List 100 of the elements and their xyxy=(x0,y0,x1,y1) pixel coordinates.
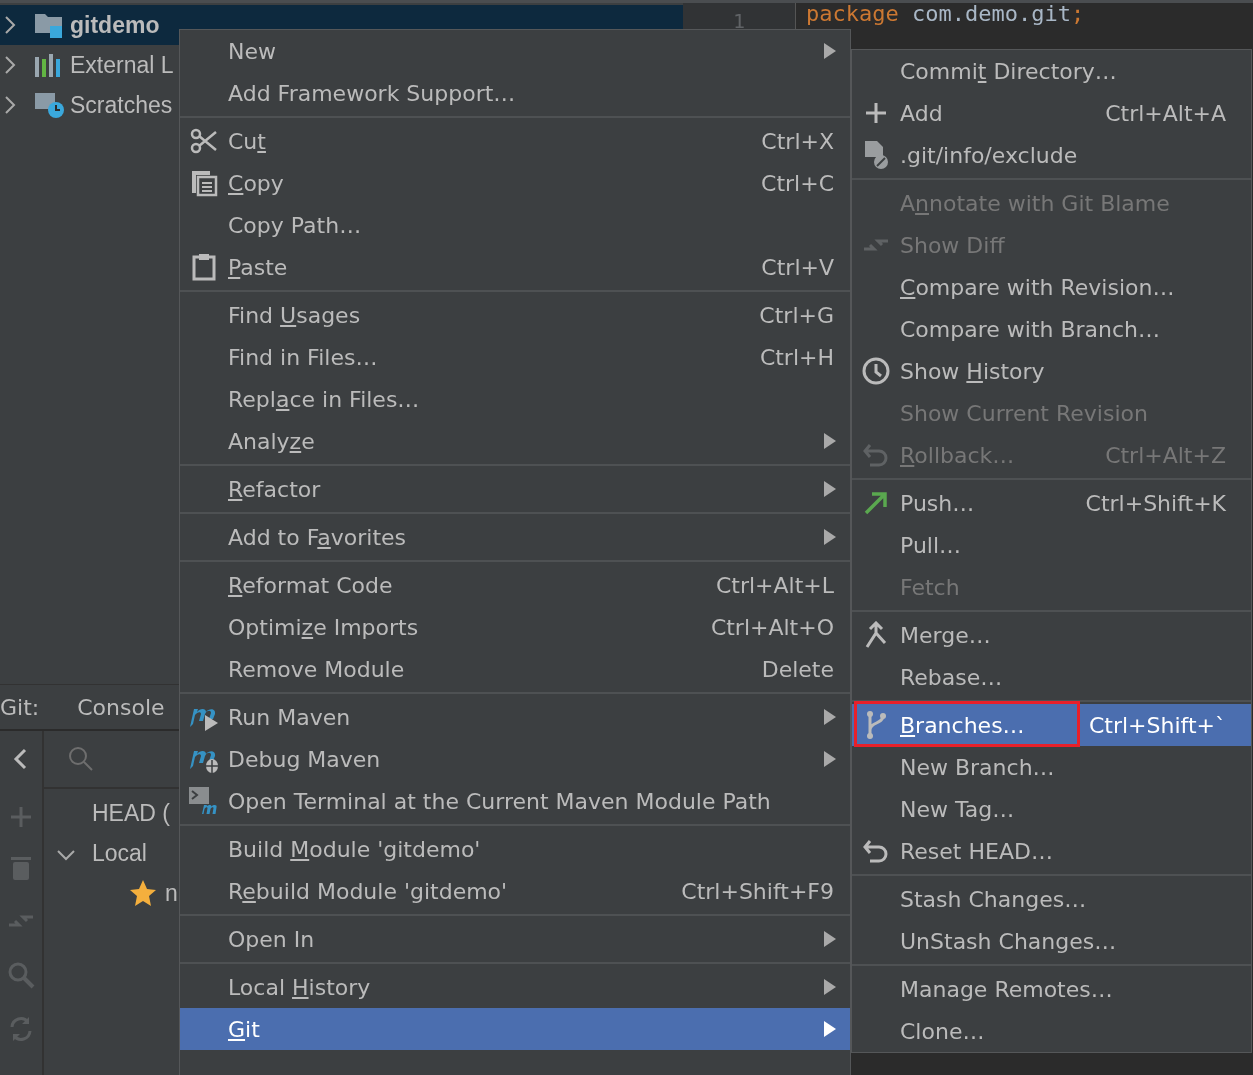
menu-item-label: Open Terminal at the Current Maven Module Path xyxy=(228,788,772,814)
scissors-icon xyxy=(190,127,218,155)
branch-tree-item[interactable]: HEAD ( xyxy=(92,799,170,827)
menu-item[interactable]: Copy Path… xyxy=(180,204,850,246)
menu-item[interactable]: Optimize Imports Ctrl+Alt+O xyxy=(180,606,850,648)
menu-item[interactable]: Compare with Revision… xyxy=(852,266,1251,308)
shortcut-label: Ctrl+Alt+Z xyxy=(1105,442,1226,468)
menu-item[interactable]: Find in Files… Ctrl+H xyxy=(180,336,850,378)
menu-item-label: Show History xyxy=(900,358,1046,384)
shortcut-label: Delete xyxy=(761,656,834,682)
menu-item-label: Paste xyxy=(228,254,289,280)
console-tab[interactable]: Console xyxy=(77,694,165,720)
menu-item[interactable]: Add Ctrl+Alt+A xyxy=(852,92,1251,134)
menu-item[interactable]: .git/info/exclude xyxy=(852,134,1251,176)
submenu-arrow-icon xyxy=(824,43,836,59)
chevron-icon[interactable] xyxy=(4,15,16,35)
submenu-arrow-icon xyxy=(824,529,836,545)
menu-item[interactable]: Reformat Code Ctrl+Alt+L xyxy=(180,564,850,606)
menu-item[interactable]: New Tag… xyxy=(852,788,1251,830)
code-line: package com.demo.git; xyxy=(805,3,1085,25)
menu-item[interactable]: New Branch… xyxy=(852,746,1251,788)
menu-item[interactable]: Refactor xyxy=(180,468,850,510)
submenu-arrow-icon xyxy=(824,709,836,725)
shortcut-label: Ctrl+Shift+` xyxy=(1088,712,1226,738)
menu-item[interactable]: Push… Ctrl+Shift+K xyxy=(852,482,1251,524)
shortcut-label: Ctrl+V xyxy=(761,254,834,280)
menu-item-label: Manage Remotes… xyxy=(900,976,1114,1002)
menu-item-label: Replace in Files… xyxy=(228,386,421,412)
menu-item[interactable]: Compare with Branch… xyxy=(852,308,1251,350)
menu-item[interactable]: Manage Remotes… xyxy=(852,968,1251,1010)
submenu-arrow-icon xyxy=(824,433,836,449)
menu-item[interactable]: Clone… xyxy=(852,1010,1251,1052)
panel-title: Git: xyxy=(0,694,40,720)
menu-item[interactable]: Stash Changes… xyxy=(852,878,1251,920)
menu-item[interactable]: Git xyxy=(180,1008,850,1050)
menu-item[interactable]: Pull… xyxy=(852,524,1251,566)
search-icon xyxy=(68,746,94,772)
file-icon xyxy=(862,140,890,170)
menu-item-label: Open In xyxy=(228,926,316,952)
menu-item[interactable]: Reset HEAD… xyxy=(852,830,1251,872)
menu-item-label: Build Module 'gitdemo' xyxy=(228,836,482,862)
copy-icon xyxy=(190,169,218,197)
menu-item[interactable]: Build Module 'gitdemo' xyxy=(180,828,850,870)
menu-item[interactable]: Replace in Files… xyxy=(180,378,850,420)
menu-item[interactable]: UnStash Changes… xyxy=(852,920,1251,962)
clipboard-icon xyxy=(190,253,218,281)
menu-item-label: Fetch xyxy=(900,574,961,600)
tree-item-label[interactable]: gitdemo xyxy=(70,11,160,39)
menu-item-label: Stash Changes… xyxy=(900,886,1088,912)
menu-item[interactable]: Run Maven xyxy=(180,696,850,738)
menu-item[interactable]: Add to Favorites xyxy=(180,516,850,558)
submenu-arrow-icon xyxy=(824,979,836,995)
menu-item-label: New Branch… xyxy=(900,754,1056,780)
chevron-icon[interactable] xyxy=(4,95,16,115)
tree-item-label[interactable]: Scratches xyxy=(70,91,173,119)
menu-item[interactable]: Debug Maven xyxy=(180,738,850,780)
menu-item[interactable]: Find Usages Ctrl+G xyxy=(180,294,850,336)
chevron-icon[interactable] xyxy=(4,55,16,75)
chevron-icon[interactable] xyxy=(56,848,76,861)
arrow-icon xyxy=(863,490,889,516)
menu-item[interactable]: Commit Directory… xyxy=(852,50,1251,92)
folder-icon xyxy=(34,11,64,39)
shortcut-label: Ctrl+Alt+A xyxy=(1105,100,1226,126)
menu-item-label: Show Current Revision xyxy=(900,400,1149,426)
submenu-arrow-icon xyxy=(824,481,836,497)
menu-item-label: Find Usages xyxy=(228,302,362,328)
menu-item-label: Rollback… xyxy=(900,442,1016,468)
menu-item-label: Cut xyxy=(228,128,267,154)
menu-item[interactable]: Rebase… xyxy=(852,656,1251,698)
menu-item[interactable]: Branches… Ctrl+Shift+` xyxy=(852,704,1251,746)
shortcut-label: Ctrl+G xyxy=(759,302,834,328)
menu-item[interactable]: Add Framework Support… xyxy=(180,72,850,114)
menu-item-label: Analyze xyxy=(228,428,316,454)
menu-item[interactable]: Open In xyxy=(180,918,850,960)
undo-icon xyxy=(862,837,890,865)
branch-name[interactable]: n xyxy=(165,879,178,907)
menu-item[interactable]: Paste Ctrl+V xyxy=(180,246,850,288)
menu-item[interactable]: Show History xyxy=(852,350,1251,392)
menu-item-label: Pull… xyxy=(900,532,963,558)
branch-tree-item[interactable]: Local xyxy=(92,839,147,867)
branch-icon xyxy=(864,710,888,740)
submenu-arrow-icon xyxy=(824,1021,836,1037)
menu-item[interactable]: Cut Ctrl+X xyxy=(180,120,850,162)
menu-item[interactable]: Copy Ctrl+C xyxy=(180,162,850,204)
menu-item-label: Rebase… xyxy=(900,664,1004,690)
menu-item[interactable]: Rebuild Module 'gitdemo' Ctrl+Shift+F9 xyxy=(180,870,850,912)
shortcut-label: Ctrl+Alt+O xyxy=(710,614,834,640)
menu-item-label: Find in Files… xyxy=(228,344,379,370)
menu-item[interactable]: Merge… xyxy=(852,614,1251,656)
shortcut-label: Ctrl+Alt+L xyxy=(715,572,834,598)
menu-item[interactable]: Remove Module Delete xyxy=(180,648,850,690)
menu-item-label: Rebuild Module 'gitdemo' xyxy=(228,878,509,904)
menu-item[interactable]: Local History xyxy=(180,966,850,1008)
menu-item-label: Compare with Branch… xyxy=(900,316,1162,342)
tree-item-label[interactable]: External L xyxy=(70,51,174,79)
merge-icon xyxy=(863,621,889,649)
menu-item-label: Annotate with Git Blame xyxy=(900,190,1171,216)
menu-item[interactable]: Analyze xyxy=(180,420,850,462)
menu-item[interactable]: Open Terminal at the Current Maven Module Path xyxy=(180,780,850,822)
menu-item-label: Remove Module xyxy=(228,656,406,682)
